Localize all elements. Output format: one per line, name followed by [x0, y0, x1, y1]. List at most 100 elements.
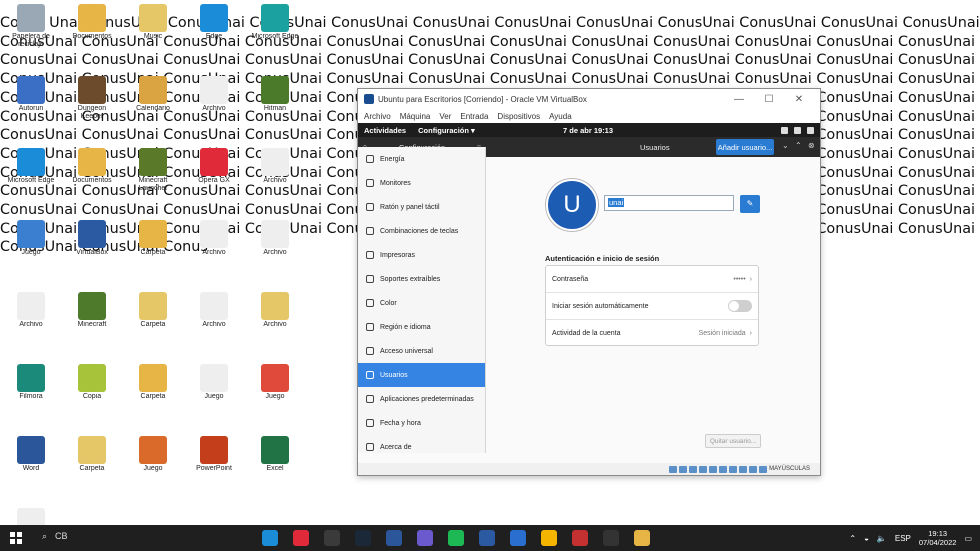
remove-user-button[interactable]: Quitar usuario...	[705, 434, 761, 448]
desktop-icon[interactable]: Microsoft Edge	[251, 0, 299, 60]
desktop-icon[interactable]: Opera GX	[190, 144, 238, 204]
username-field[interactable]: unai	[604, 195, 734, 211]
activities-button[interactable]: Actividades	[364, 126, 406, 135]
desktop-icon[interactable]: Word	[7, 432, 55, 492]
desktop-icon[interactable]: Minecraft Launcher	[129, 144, 177, 204]
sidebar-item[interactable]: Color	[358, 291, 485, 315]
desktop-icon[interactable]: Juego	[190, 360, 238, 420]
desktop-icon[interactable]: Archivo	[7, 288, 55, 348]
desktop-icon[interactable]: PowerPoint	[190, 432, 238, 492]
sidebar-item[interactable]: Usuarios	[358, 363, 485, 387]
menu-item[interactable]: Máquina	[400, 112, 431, 121]
desktop-icon[interactable]: Microsoft Edge	[7, 144, 55, 204]
sidebar-item[interactable]: Combinaciones de teclas	[358, 219, 485, 243]
desktop-icon[interactable]: Edge	[190, 0, 238, 60]
system-tray[interactable]	[781, 126, 814, 134]
desktop-icon[interactable]: Archivo	[251, 216, 299, 276]
window-titlebar[interactable]: Ubuntu para Escritorios [Corriendo] - Or…	[358, 89, 820, 109]
desktop-icon[interactable]: Copia	[68, 360, 116, 420]
close-button[interactable]: ✕	[784, 94, 814, 105]
notifications-icon[interactable]: ▭	[964, 534, 972, 543]
settings-row[interactable]: Iniciar sesión automáticamente	[546, 293, 758, 320]
virtualbox-window[interactable]: Ubuntu para Escritorios [Corriendo] - Or…	[357, 88, 821, 476]
mouse-icon[interactable]	[759, 465, 768, 473]
desktop-icon[interactable]: Calendario	[129, 72, 177, 132]
volume-icon[interactable]: 🔈	[877, 534, 887, 543]
menu-item[interactable]: Archivo	[364, 112, 391, 121]
menu-item[interactable]: Dispositivos	[497, 112, 540, 121]
app-icon[interactable]	[324, 530, 340, 546]
edit-name-button[interactable]: ✎	[740, 195, 760, 213]
desktop-icon[interactable]: Archivo	[190, 288, 238, 348]
desktop-icon[interactable]: Papelera de reciclaje	[7, 0, 55, 60]
sidebar-item[interactable]: Energía	[358, 147, 485, 171]
desktop-icon[interactable]: Juego	[7, 216, 55, 276]
desktop-icon[interactable]: Documentos	[68, 0, 116, 60]
windows-start-icon[interactable]	[10, 532, 22, 544]
language-indicator[interactable]: ESP	[895, 534, 911, 543]
sidebar-item[interactable]: Monitores	[358, 171, 485, 195]
app-icon[interactable]	[417, 530, 433, 546]
settings-row[interactable]: Actividad de la cuenta Sesión iniciada ›	[546, 320, 758, 347]
menu-item[interactable]: Entrada	[460, 112, 488, 121]
sidebar-item[interactable]: Ratón y panel táctil	[358, 195, 485, 219]
desktop-icon[interactable]: VirtualBox	[68, 216, 116, 276]
sidebar-item[interactable]: Soportes extraíbles	[358, 267, 485, 291]
minimize-button[interactable]: —	[724, 94, 754, 105]
chrome-icon[interactable]	[541, 530, 557, 546]
sidebar-item[interactable]: Fecha y hora	[358, 411, 485, 435]
network-icon[interactable]	[699, 465, 708, 473]
app-icon[interactable]	[634, 530, 650, 546]
desktop-icon[interactable]: Excel	[251, 432, 299, 492]
sidebar-item[interactable]: Región e idioma	[358, 315, 485, 339]
add-user-button[interactable]: Añadir usuario...	[716, 139, 774, 155]
desktop-icon[interactable]: Archivo	[190, 72, 238, 132]
desktop-icon[interactable]: Juego	[251, 360, 299, 420]
desktop-icon[interactable]: Minecraft	[68, 288, 116, 348]
spotify-icon[interactable]	[448, 530, 464, 546]
desktop-icon[interactable]: Dungeon Keeper	[68, 72, 116, 132]
network-icon[interactable]: ◒	[864, 534, 869, 543]
settings-row[interactable]: Contraseña ••••• ›	[546, 266, 758, 293]
desktop-icon[interactable]: Archivo	[251, 288, 299, 348]
display-icon[interactable]	[729, 465, 738, 473]
clock[interactable]: 7 de abr 19:13	[563, 126, 613, 135]
autologin-toggle[interactable]	[728, 300, 752, 312]
disk-icon[interactable]	[669, 465, 678, 473]
desktop-icon[interactable]: Hitman	[251, 72, 299, 132]
close-icon[interactable]: ⊗	[808, 141, 815, 150]
mail-icon[interactable]	[510, 530, 526, 546]
desktop-icon[interactable]: Autorun	[7, 72, 55, 132]
sidebar-item[interactable]: Impresoras	[358, 243, 485, 267]
desktop-icon[interactable]: Carpeta	[129, 216, 177, 276]
opera-icon[interactable]	[293, 530, 309, 546]
recording-icon[interactable]	[739, 465, 748, 473]
cd-icon[interactable]	[679, 465, 688, 473]
chevron-up-icon[interactable]: ⌃	[849, 534, 856, 543]
app-menu[interactable]: Configuración ▾	[418, 126, 475, 135]
desktop-icon[interactable]: Music	[129, 0, 177, 60]
sidebar-item[interactable]: Acceso universal	[358, 339, 485, 363]
avatar[interactable]: U	[546, 179, 598, 231]
game-icon[interactable]	[572, 530, 588, 546]
desktop-icon[interactable]: Carpeta	[68, 432, 116, 492]
cpu-icon[interactable]	[749, 465, 758, 473]
maximize-button[interactable]: ☐	[754, 94, 784, 105]
maximize-icon[interactable]: ⌃	[795, 141, 802, 150]
sidebar-item[interactable]: Aplicaciones predeterminadas	[358, 387, 485, 411]
sidebar-item[interactable]: Acerca de	[358, 435, 485, 459]
word-icon[interactable]	[386, 530, 402, 546]
desktop-icon[interactable]: Archivo	[190, 216, 238, 276]
clock[interactable]: 19:13 07/04/2022	[919, 529, 957, 547]
desktop-icon[interactable]: Documentos	[68, 144, 116, 204]
usb-icon[interactable]	[709, 465, 718, 473]
virtualbox-icon[interactable]	[479, 530, 495, 546]
search-box[interactable]: ⌕ CB	[42, 531, 68, 542]
epic-icon[interactable]	[603, 530, 619, 546]
shared-folder-icon[interactable]	[719, 465, 728, 473]
edge-icon[interactable]	[262, 530, 278, 546]
menu-item[interactable]: Ver	[439, 112, 451, 121]
steam-icon[interactable]	[355, 530, 371, 546]
desktop-icon[interactable]: Carpeta	[129, 288, 177, 348]
desktop-icon[interactable]: Juego	[129, 432, 177, 492]
